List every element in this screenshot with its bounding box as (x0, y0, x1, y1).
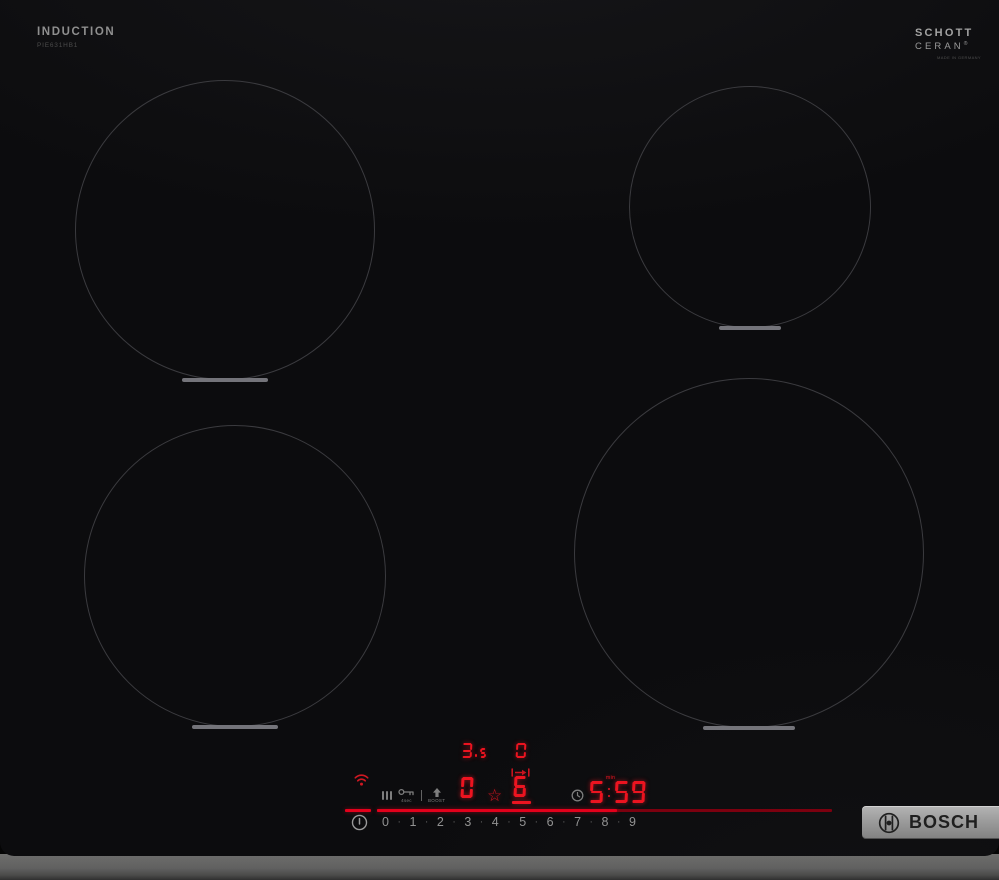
induction-branding: INDUCTION PIE631HB1 (37, 26, 115, 49)
zone-display-rear-left[interactable] (462, 743, 486, 758)
zone-display-front-left[interactable] (460, 777, 474, 798)
colon (607, 781, 612, 803)
power-scale-dot: · (616, 816, 621, 828)
power-level-3[interactable]: 3 (464, 815, 471, 829)
power-level-8[interactable]: 8 (602, 815, 609, 829)
cooking-zone-front-left (84, 425, 386, 729)
seven-segment-digit (462, 743, 473, 758)
cooking-zone-rear-right (629, 86, 871, 330)
bosch-badge: BOSCH (862, 806, 999, 839)
cooking-zone-rear-left (75, 80, 375, 382)
model-number: PIE631HB1 (37, 42, 79, 49)
ceran-wordmark: CERAN® (915, 41, 968, 53)
seven-segment-digit (460, 777, 474, 798)
power-scale-dot: · (561, 816, 566, 828)
power-level-1[interactable]: 1 (409, 815, 416, 829)
glass-fineprint: MADE IN GERMANY (937, 55, 982, 61)
induction-hob: INDUCTION PIE631HB1 SCHOTT CERAN® MADE I… (0, 0, 999, 880)
seven-segment-digit (513, 776, 526, 797)
power-level-scale[interactable]: 0 · 1 · 2 · 3 · 4 · 5 · 6 · 7 · 8 · 9 (382, 815, 636, 829)
seven-segment-digit (631, 781, 646, 803)
induction-label: INDUCTION (37, 26, 116, 38)
bosch-emblem-icon (878, 812, 900, 833)
boost-arrow-icon (432, 788, 441, 797)
power-level-7[interactable]: 7 (574, 815, 581, 829)
childlock-key[interactable]: 4sec (398, 788, 415, 803)
power-slider-fill (377, 809, 617, 812)
key-lock-icon (398, 788, 414, 796)
power-level-9[interactable]: 9 (629, 815, 636, 829)
seven-segment-digit (515, 743, 527, 758)
seven-segment-digit (589, 781, 603, 803)
grill-function-icon[interactable] (382, 791, 392, 800)
touch-control-panel: ☆ 4sec BOOST min 0 · 1 · 2 · 3 · 4 · 5 ·… (340, 735, 860, 837)
boost-label: BOOST (428, 798, 446, 803)
zone-marker (192, 724, 278, 729)
zone-display-front-right[interactable] (513, 776, 526, 797)
power-scale-dot: · (589, 816, 594, 828)
power-button[interactable] (351, 814, 368, 831)
power-level-4[interactable]: 4 (492, 815, 499, 829)
cooking-zone-front-right (574, 378, 924, 730)
zone-marker (719, 325, 781, 330)
favorite-star-icon[interactable]: ☆ (487, 788, 502, 805)
seven-segment-digit (479, 747, 486, 758)
divider (421, 790, 422, 801)
zone-marker (182, 377, 268, 382)
hob-front-trim (0, 854, 999, 880)
boost-key[interactable]: BOOST (428, 788, 445, 803)
bosch-logo-text: BOSCH (909, 812, 980, 832)
power-level-5[interactable]: 5 (519, 815, 526, 829)
registered-mark: ® (963, 41, 968, 47)
power-scale-dot: · (397, 816, 402, 828)
power-level-6[interactable]: 6 (547, 815, 554, 829)
timer-clock-icon[interactable] (571, 789, 584, 802)
power-slider-left-segment (345, 809, 371, 812)
seven-segment-digit (614, 781, 628, 803)
zone-selection-underline (512, 801, 531, 804)
childlock-duration-label: 4sec (401, 798, 412, 803)
power-scale-dot: · (479, 816, 484, 828)
power-level-2[interactable]: 2 (437, 815, 444, 829)
power-scale-dot: · (534, 816, 539, 828)
power-scale-dot: · (452, 816, 456, 828)
zone-marker (703, 725, 795, 730)
power-scale-dot: · (507, 816, 511, 828)
function-key-row: 4sec BOOST (382, 788, 445, 803)
timer-display[interactable] (589, 781, 646, 803)
wifi-icon[interactable] (354, 773, 369, 786)
schott-ceran-logo: SCHOTT CERAN® MADE IN GERMANY (915, 27, 981, 60)
decimal-point (474, 754, 478, 757)
power-level-0[interactable]: 0 (382, 815, 389, 829)
glass-surface: INDUCTION PIE631HB1 SCHOTT CERAN® MADE I… (0, 0, 999, 856)
zone-display-rear-right[interactable] (515, 743, 527, 758)
schott-wordmark: SCHOTT (915, 27, 974, 39)
power-scale-dot: · (424, 816, 429, 828)
